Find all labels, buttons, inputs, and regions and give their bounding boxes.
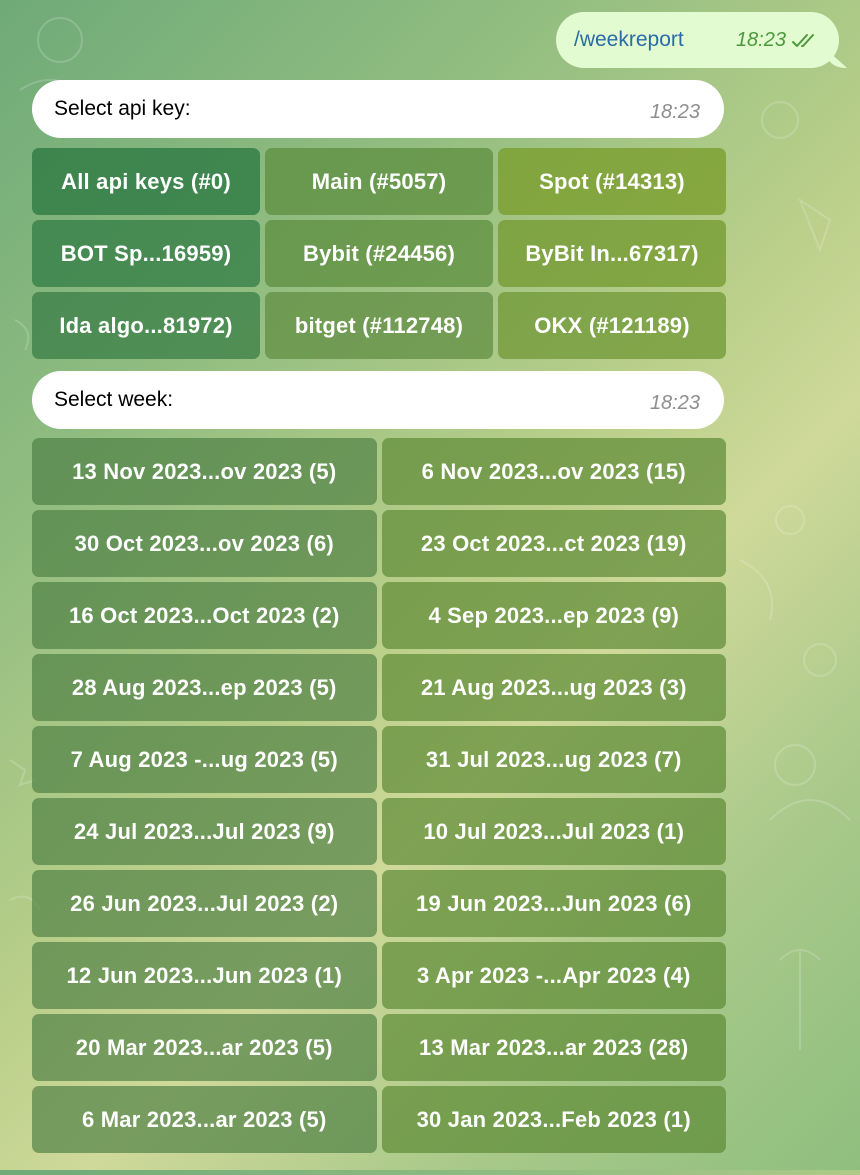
week-keyboard: 13 Nov 2023...ov 2023 (5) 6 Nov 2023...o… bbox=[32, 438, 726, 1153]
week-button[interactable]: 12 Jun 2023...Jun 2023 (1) bbox=[32, 942, 377, 1009]
week-button[interactable]: 24 Jul 2023...Jul 2023 (9) bbox=[32, 798, 377, 865]
message-time: 18:23 bbox=[735, 28, 786, 51]
message-text: Select api key: bbox=[54, 97, 191, 120]
week-button[interactable]: 7 Aug 2023 -...ug 2023 (5) bbox=[32, 726, 377, 793]
api-key-button[interactable]: OKX (#121189) bbox=[498, 292, 726, 359]
api-key-button[interactable]: Bybit (#24456) bbox=[265, 220, 493, 287]
message-meta: 18:23 bbox=[736, 29, 821, 52]
api-key-keyboard: All api keys (#0) Main (#5057) Spot (#14… bbox=[32, 148, 726, 359]
api-key-button[interactable]: ByBit In...67317) bbox=[498, 220, 726, 287]
week-button[interactable]: 23 Oct 2023...ct 2023 (19) bbox=[381, 510, 726, 577]
message-text: Select week: bbox=[54, 388, 174, 411]
select-api-key-message: Select api key: 18:23 bbox=[32, 80, 724, 138]
week-button[interactable]: 13 Mar 2023...ar 2023 (28) bbox=[381, 1014, 726, 1081]
week-button[interactable]: 26 Jun 2023...Jul 2023 (2) bbox=[32, 870, 377, 937]
api-key-button[interactable]: All api keys (#0) bbox=[32, 148, 260, 215]
message-time: 18:23 bbox=[649, 100, 700, 123]
week-button[interactable]: 20 Mar 2023...ar 2023 (5) bbox=[32, 1014, 377, 1081]
outgoing-message: /weekreport 18:23 bbox=[556, 12, 839, 68]
weekreport-command-link[interactable]: /weekreport bbox=[574, 28, 684, 52]
week-button[interactable]: 31 Jul 2023...ug 2023 (7) bbox=[381, 726, 726, 793]
week-button[interactable]: 19 Jun 2023...Jun 2023 (6) bbox=[381, 870, 726, 937]
week-button[interactable]: 6 Mar 2023...ar 2023 (5) bbox=[32, 1086, 377, 1153]
api-key-button[interactable]: bitget (#112748) bbox=[265, 292, 493, 359]
week-button[interactable]: 16 Oct 2023...Oct 2023 (2) bbox=[32, 582, 377, 649]
week-button[interactable]: 30 Oct 2023...ov 2023 (6) bbox=[32, 510, 377, 577]
api-key-button[interactable]: BOT Sp...16959) bbox=[32, 220, 260, 287]
week-button[interactable]: 28 Aug 2023...ep 2023 (5) bbox=[32, 654, 377, 721]
select-week-message: Select week: 18:23 bbox=[32, 371, 724, 429]
week-button[interactable]: 4 Sep 2023...ep 2023 (9) bbox=[381, 582, 726, 649]
api-key-button[interactable]: Ida algo...81972) bbox=[32, 292, 260, 359]
api-key-button[interactable]: Spot (#14313) bbox=[498, 148, 726, 215]
week-button[interactable]: 30 Jan 2023...Feb 2023 (1) bbox=[381, 1086, 726, 1153]
week-button[interactable]: 13 Nov 2023...ov 2023 (5) bbox=[32, 438, 377, 505]
week-button[interactable]: 6 Nov 2023...ov 2023 (15) bbox=[381, 438, 726, 505]
double-check-icon bbox=[791, 32, 821, 48]
message-time: 18:23 bbox=[649, 391, 700, 414]
api-key-button[interactable]: Main (#5057) bbox=[265, 148, 493, 215]
week-button[interactable]: 3 Apr 2023 -...Apr 2023 (4) bbox=[381, 942, 726, 1009]
week-button[interactable]: 10 Jul 2023...Jul 2023 (1) bbox=[381, 798, 726, 865]
week-button[interactable]: 21 Aug 2023...ug 2023 (3) bbox=[381, 654, 726, 721]
